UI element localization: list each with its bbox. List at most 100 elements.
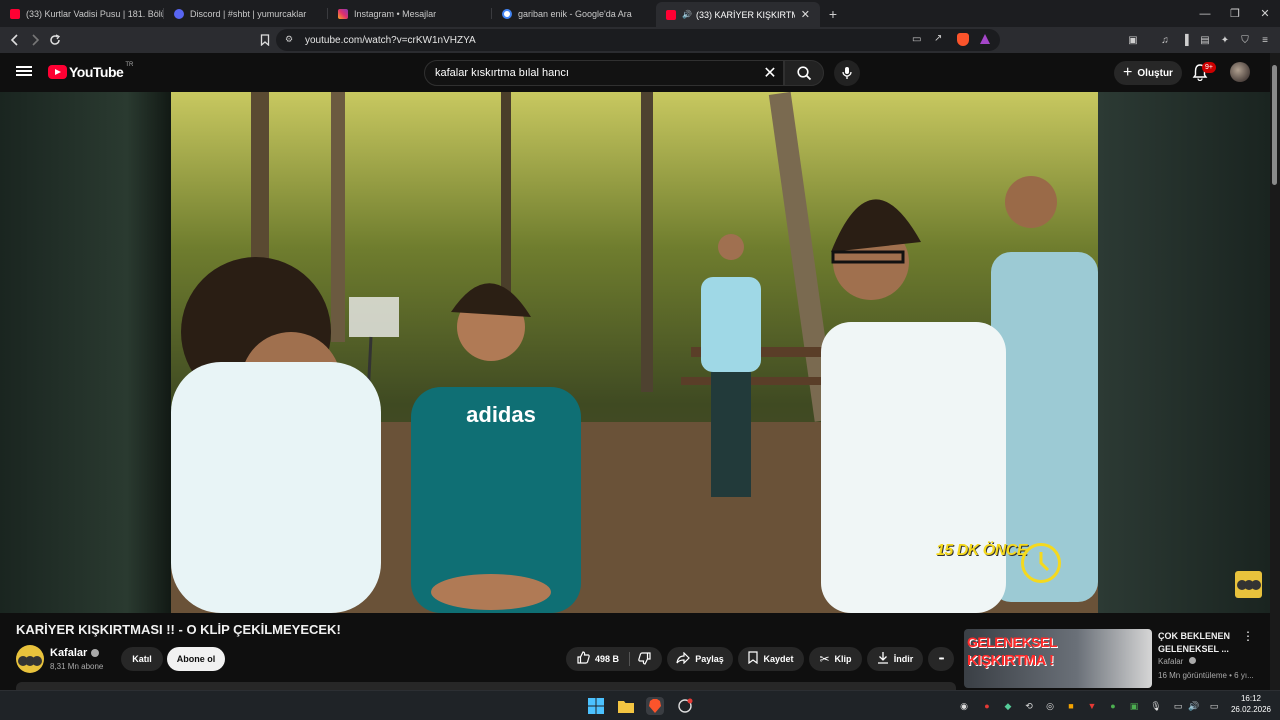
tray-shield-icon[interactable]: ● bbox=[1107, 700, 1119, 712]
page-scrollbar[interactable] bbox=[1270, 53, 1280, 690]
browser-tab[interactable]: gariban enik - Google'da Ara bbox=[492, 0, 656, 27]
app-icon[interactable] bbox=[676, 697, 694, 715]
forward-icon[interactable] bbox=[26, 31, 44, 49]
thumbnail-text-line-1: GELENEKSEL bbox=[967, 634, 1057, 650]
subscribe-button[interactable]: Abone ol bbox=[167, 647, 225, 671]
minimize-button[interactable]: — bbox=[1190, 0, 1220, 27]
windows-start-icon[interactable] bbox=[587, 697, 605, 715]
clip-button[interactable]: ✂ Klip bbox=[809, 647, 862, 671]
tray-nvidia-icon[interactable]: ◆ bbox=[1002, 700, 1014, 712]
new-tab-button[interactable]: + bbox=[820, 0, 846, 27]
scrollbar-thumb[interactable] bbox=[1272, 65, 1277, 185]
ambient-glow bbox=[1098, 92, 1270, 613]
cast-icon[interactable]: ▭ bbox=[912, 34, 921, 45]
speaker-icon: 🔊 bbox=[682, 10, 692, 19]
subscriber-count: 8,31 Mn abone bbox=[50, 662, 104, 671]
site-info-icon[interactable]: ⚙ bbox=[285, 34, 293, 45]
browser-tab[interactable]: Discord | #shbt | yumurcaklar bbox=[164, 0, 328, 27]
share-label: Paylaş bbox=[695, 654, 724, 664]
download-button[interactable]: İndir bbox=[867, 647, 923, 671]
brave-browser-icon[interactable] bbox=[646, 697, 664, 715]
like-count[interactable]: 498 B bbox=[595, 654, 619, 664]
browser-tab[interactable]: Instagram • Mesajlar bbox=[328, 0, 492, 27]
youtube-favicon-icon bbox=[666, 9, 676, 20]
create-button[interactable]: + Oluştur bbox=[1114, 61, 1182, 85]
hamburger-menu-icon[interactable] bbox=[16, 64, 32, 80]
search-query: kafalar kıskırtma bılal hancı bbox=[435, 67, 569, 79]
brave-rewards-icon[interactable] bbox=[980, 34, 990, 44]
recommended-channel-name[interactable]: Kafalar bbox=[1158, 657, 1196, 666]
taskbar-clock[interactable]: 16:12 26.02.2026 bbox=[1226, 693, 1276, 715]
clip-label: Klip bbox=[834, 654, 852, 664]
tab-title: gariban enik - Google'da Ara bbox=[518, 8, 632, 19]
video-frame[interactable]: adidas 15 DK ÖNCE bbox=[171, 92, 1098, 613]
tray-app-icon[interactable]: ◉ bbox=[958, 700, 970, 712]
thumbs-up-icon[interactable] bbox=[577, 651, 590, 667]
country-code: TR bbox=[125, 62, 134, 68]
share-icon[interactable]: ↗ bbox=[934, 33, 942, 44]
battery-icon[interactable]: ▭ bbox=[1206, 700, 1222, 712]
bookmark-icon[interactable] bbox=[256, 31, 274, 49]
tray-folder-icon[interactable]: ■ bbox=[1065, 700, 1077, 712]
search-button[interactable] bbox=[784, 60, 824, 86]
discord-favicon-icon bbox=[174, 8, 184, 19]
youtube-play-icon bbox=[48, 65, 67, 79]
network-icon[interactable]: ▭ bbox=[1172, 700, 1184, 712]
music-icon[interactable]: ♫ bbox=[1158, 33, 1172, 47]
save-button[interactable]: Kaydet bbox=[738, 647, 804, 671]
more-vert-icon[interactable]: ⋮ bbox=[1242, 629, 1254, 645]
recommended-channel-text: Kafalar bbox=[1158, 657, 1184, 666]
url-text: youtube.com/watch?v=crKW1nVHZYA bbox=[305, 34, 476, 46]
youtube-logo[interactable]: YouTube TR bbox=[48, 62, 134, 80]
url-bar[interactable]: ⚙ youtube.com/watch?v=crKW1nVHZYA ▭ ↗ bbox=[276, 29, 1000, 51]
microphone-tray-icon[interactable]: 🎙 bbox=[1150, 700, 1162, 712]
share-button[interactable]: Paylaş bbox=[667, 647, 733, 671]
channel-name-text: Kafalar bbox=[50, 647, 88, 659]
recommended-video-thumbnail[interactable]: GELENEKSEL KIŞKIRTMA ! bbox=[964, 629, 1152, 688]
clear-search-icon[interactable]: ✕ bbox=[762, 63, 778, 83]
channel-watermark[interactable] bbox=[1235, 571, 1262, 598]
youtube-favicon-icon bbox=[10, 8, 20, 19]
download-label: İndir bbox=[893, 654, 914, 664]
youtube-header: YouTube TR kafalar kıskırtma bılal hancı… bbox=[0, 53, 1280, 92]
wallet-icon[interactable]: ▤ bbox=[1198, 33, 1212, 47]
recommended-video-title[interactable]: ÇOK BEKLENEN GELENEKSEL ... bbox=[1158, 630, 1238, 656]
tray-discord-icon[interactable]: ◎ bbox=[1044, 700, 1056, 712]
account-avatar[interactable] bbox=[1230, 62, 1250, 82]
description-box[interactable] bbox=[16, 682, 956, 690]
reader-icon[interactable]: ▐ bbox=[1178, 33, 1192, 47]
browser-tab[interactable]: (33) Kurtlar Vadisi Pusu | 181. Bölüm bbox=[0, 0, 164, 27]
plus-icon: + bbox=[1123, 64, 1133, 81]
tray-vpn-icon[interactable]: ▣ bbox=[1128, 700, 1140, 712]
browser-tab-active[interactable]: 🔊 (33) KARİYER KIŞKIRTMASI !! ✕ bbox=[656, 2, 820, 27]
thumbs-down-icon[interactable] bbox=[638, 651, 651, 667]
more-actions-button[interactable]: ••• bbox=[928, 647, 954, 671]
vpn-shield-icon[interactable]: ⛉ bbox=[1238, 33, 1252, 47]
leo-ai-icon[interactable]: ✦ bbox=[1218, 33, 1232, 47]
voice-search-button[interactable] bbox=[834, 60, 860, 86]
like-dislike-group: 498 B bbox=[566, 647, 662, 671]
brave-shields-icon[interactable] bbox=[957, 33, 969, 46]
search-input[interactable]: kafalar kıskırtma bılal hancı bbox=[424, 60, 784, 86]
join-button[interactable]: Katıl bbox=[121, 647, 163, 671]
tray-record-icon[interactable]: ● bbox=[981, 700, 993, 712]
close-tab-icon[interactable]: ✕ bbox=[795, 8, 810, 21]
file-explorer-icon[interactable] bbox=[617, 697, 635, 715]
tray-sync-icon[interactable]: ⟲ bbox=[1023, 700, 1035, 712]
svg-text:adidas: adidas bbox=[466, 402, 536, 427]
channel-name[interactable]: Kafalar bbox=[50, 647, 100, 659]
close-window-button[interactable]: ✕ bbox=[1250, 0, 1280, 27]
sidebar-panel-icon[interactable]: ▣ bbox=[1126, 33, 1140, 47]
video-player[interactable]: adidas 15 DK ÖNCE bbox=[0, 92, 1270, 613]
tray-riot-icon[interactable]: ▼ bbox=[1086, 700, 1098, 712]
logo-text: YouTube bbox=[69, 64, 124, 80]
main-menu-icon[interactable]: ≡ bbox=[1258, 33, 1272, 47]
volume-icon[interactable]: 🔊 bbox=[1188, 700, 1200, 712]
address-toolbar: ⚙ youtube.com/watch?v=crKW1nVHZYA ▭ ↗ ▣ … bbox=[0, 27, 1280, 53]
back-icon[interactable] bbox=[6, 31, 24, 49]
share-arrow-icon bbox=[676, 651, 691, 667]
restore-button[interactable]: ❐ bbox=[1220, 0, 1250, 27]
browser-tab-bar: (33) Kurtlar Vadisi Pusu | 181. Bölüm Di… bbox=[0, 0, 1280, 27]
reload-icon[interactable] bbox=[46, 31, 64, 49]
channel-avatar[interactable] bbox=[16, 645, 44, 673]
